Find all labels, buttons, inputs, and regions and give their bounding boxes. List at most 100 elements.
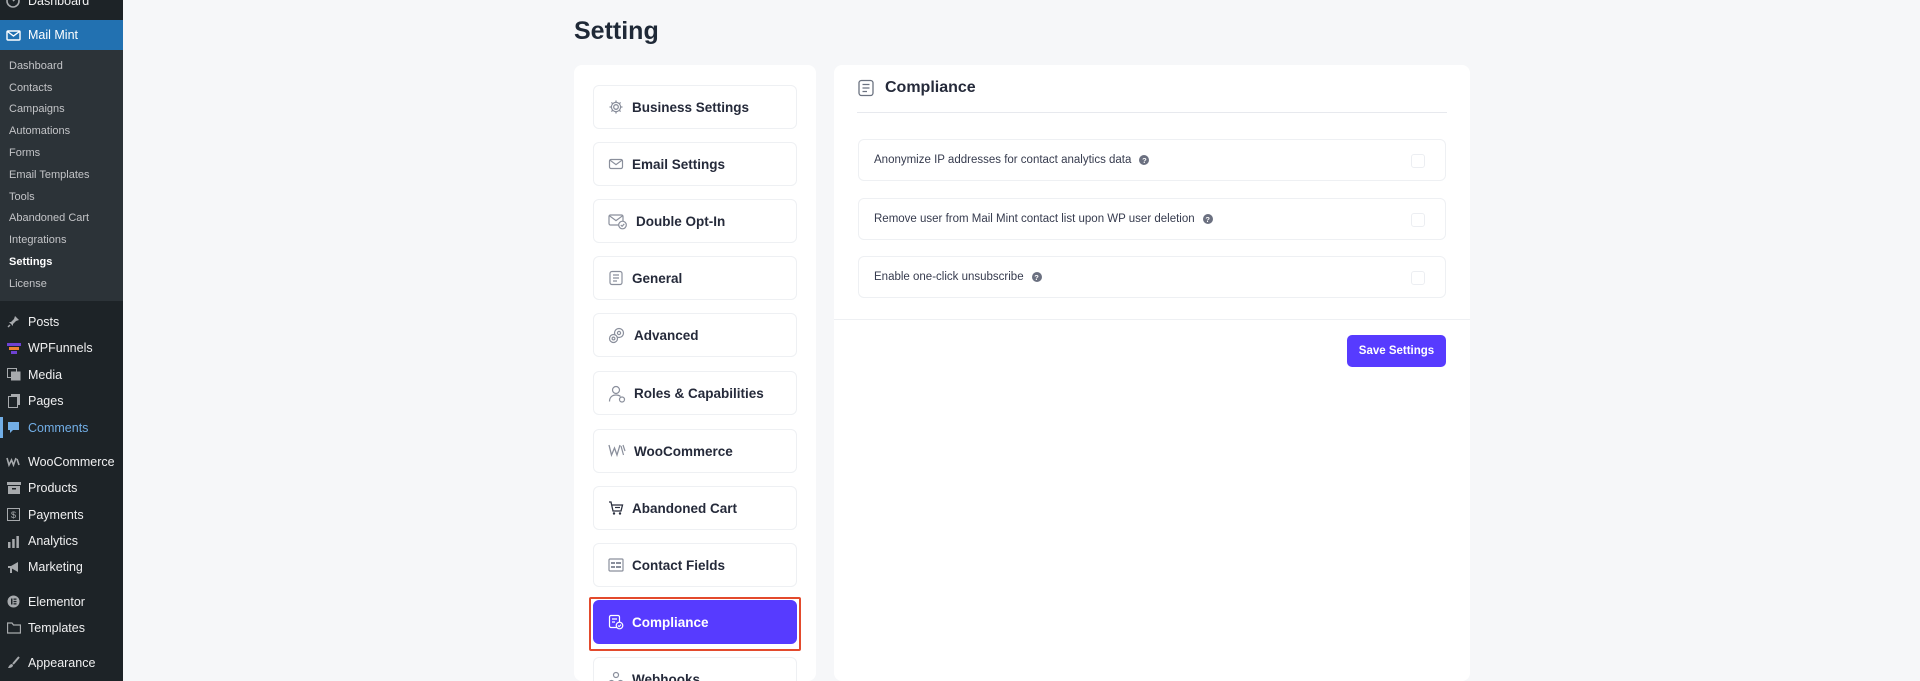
option-one-click-unsubscribe-label: Enable one-click unsubscribe (874, 271, 1024, 283)
admin-menu-posts[interactable]: Posts (0, 309, 123, 335)
help-icon[interactable]: ? (1202, 214, 1213, 224)
option-remove-user-checkbox[interactable] (1411, 213, 1425, 227)
settings-tab-email-label: Email Settings (632, 156, 726, 172)
admin-menu-templates[interactable]: Templates (0, 615, 123, 641)
submenu-item-forms[interactable]: Forms (0, 142, 123, 164)
admin-menu-marketing-label: Marketing (28, 560, 83, 575)
admin-menu-templates-label: Templates (28, 621, 85, 636)
settings-tab-general[interactable]: General (593, 256, 797, 300)
submenu-item-tools[interactable]: Tools (0, 186, 123, 208)
mail-mint-icon (6, 28, 21, 43)
admin-menu-marketing[interactable]: Marketing (0, 554, 123, 580)
admin-menu-comments-label: Comments (28, 420, 89, 435)
option-one-click-unsubscribe-checkbox[interactable] (1411, 271, 1425, 285)
admin-menu-wpfunnels[interactable]: WPFunnels (0, 335, 123, 361)
admin-menu-payments-label: Payments (28, 507, 84, 522)
admin-sidebar: Dashboard Mail Mint Dashboard Contacts C… (0, 0, 123, 681)
submenu-item-contacts[interactable]: Contacts (0, 77, 123, 99)
admin-menu-woocommerce[interactable]: WooCommerce (0, 449, 123, 475)
admin-menu-dashboard[interactable]: Dashboard (0, 0, 123, 10)
pushpin-icon (6, 314, 21, 329)
admin-menu-comments[interactable]: Comments (0, 414, 123, 440)
settings-nav: Business Settings Email Settings Double … (574, 65, 816, 681)
settings-tab-woocommerce[interactable]: WooCommerce (593, 429, 797, 473)
settings-tab-contact-fields-label: Contact Fields (632, 557, 726, 573)
admin-menu-analytics[interactable]: Analytics (0, 528, 123, 554)
option-remove-user-label: Remove user from Mail Mint contact list … (874, 213, 1195, 225)
comment-bubble-icon (6, 420, 21, 435)
panel-title: Compliance (885, 79, 976, 96)
admin-menu-main: Posts WPFunnels Media Pages Comments Woo… (0, 301, 123, 676)
option-anonymize-ip-checkbox[interactable] (1411, 154, 1425, 168)
settings-tab-abandoned-cart[interactable]: Abandoned Cart (593, 486, 797, 530)
pages-icon (6, 394, 21, 409)
folder-icon (6, 621, 21, 636)
page-title: Setting (574, 17, 659, 45)
admin-menu-mail-mint-label: Mail Mint (28, 28, 79, 42)
highlight-frame (589, 597, 801, 651)
wpfunnels-icon (6, 341, 21, 356)
submenu-item-integrations[interactable]: Integrations (0, 229, 123, 251)
elementor-icon (6, 594, 21, 609)
settings-tab-business[interactable]: Business Settings (593, 85, 797, 129)
dollar-icon: $ (6, 507, 21, 522)
settings-tab-webhooks[interactable]: Webhooks (593, 657, 797, 681)
submenu-item-campaigns[interactable]: Campaigns (0, 99, 123, 121)
admin-menu-analytics-label: Analytics (28, 534, 79, 549)
settings-tab-roles[interactable]: Roles & Capabilities (593, 371, 797, 415)
help-icon[interactable]: ? (1031, 272, 1042, 282)
admin-menu-pages[interactable]: Pages (0, 388, 123, 414)
option-anonymize-ip: Anonymize IP addresses for contact analy… (858, 139, 1446, 181)
media-icon (6, 367, 21, 382)
admin-menu-payments[interactable]: $ Payments (0, 502, 123, 528)
admin-menu-elementor[interactable]: Elementor (0, 589, 123, 615)
document-icon (608, 270, 624, 286)
panel-header: Compliance (857, 79, 976, 97)
megaphone-icon (6, 560, 21, 575)
settings-tab-double-opt-in-label: Double Opt-In (636, 213, 726, 229)
cart-icon (608, 500, 624, 516)
settings-tab-contact-fields[interactable]: Contact Fields (593, 543, 797, 587)
admin-menu-media-label: Media (28, 367, 63, 382)
mail-mint-submenu: Dashboard Contacts Campaigns Automations… (0, 50, 123, 301)
user-icon (608, 385, 626, 403)
envelope-check-icon (608, 213, 628, 230)
compliance-panel: Compliance Anonymize IP addresses for co… (834, 65, 1470, 681)
save-settings-button[interactable]: Save Settings (1347, 335, 1446, 367)
settings-tab-roles-label: Roles & Capabilities (634, 385, 764, 401)
woo-icon (6, 454, 21, 469)
dashboard-icon (6, 0, 21, 9)
envelope-icon (608, 156, 624, 172)
help-icon[interactable]: ? (1139, 155, 1150, 165)
admin-menu-products[interactable]: Products (0, 475, 123, 501)
submenu-item-dashboard[interactable]: Dashboard (0, 55, 123, 77)
settings-tab-email[interactable]: Email Settings (593, 142, 797, 186)
admin-menu-elementor-label: Elementor (28, 594, 85, 609)
paintbrush-icon (6, 655, 21, 670)
submenu-item-automations[interactable]: Automations (0, 120, 123, 142)
submenu-item-abandoned-cart[interactable]: Abandoned Cart (0, 208, 123, 230)
settings-tab-general-label: General (632, 270, 683, 286)
admin-menu-pages-label: Pages (28, 394, 64, 409)
settings-tab-abandoned-cart-label: Abandoned Cart (632, 500, 738, 516)
admin-menu-appearance-label: Appearance (28, 655, 96, 670)
submenu-item-email-templates[interactable]: Email Templates (0, 164, 123, 186)
settings-tab-business-label: Business Settings (632, 99, 750, 115)
settings-tab-double-opt-in[interactable]: Double Opt-In (593, 199, 797, 243)
admin-menu-media[interactable]: Media (0, 362, 123, 388)
archive-box-icon (6, 481, 21, 496)
document-icon (857, 79, 875, 97)
admin-menu-mail-mint[interactable]: Mail Mint (0, 20, 123, 50)
settings-tab-advanced[interactable]: Advanced (593, 313, 797, 357)
submenu-item-settings[interactable]: Settings (0, 251, 123, 273)
option-one-click-unsubscribe: Enable one-click unsubscribe ? (858, 256, 1446, 298)
settings-tab-woocommerce-label: WooCommerce (634, 443, 733, 459)
submenu-item-license[interactable]: License (0, 273, 123, 295)
svg-text:$: $ (11, 510, 16, 520)
admin-menu-appearance[interactable]: Appearance (0, 649, 123, 675)
header-divider (857, 112, 1447, 113)
bar-chart-icon (6, 534, 21, 549)
gears-icon (608, 327, 626, 344)
option-anonymize-ip-label: Anonymize IP addresses for contact analy… (874, 154, 1132, 166)
footer-divider (834, 319, 1470, 320)
